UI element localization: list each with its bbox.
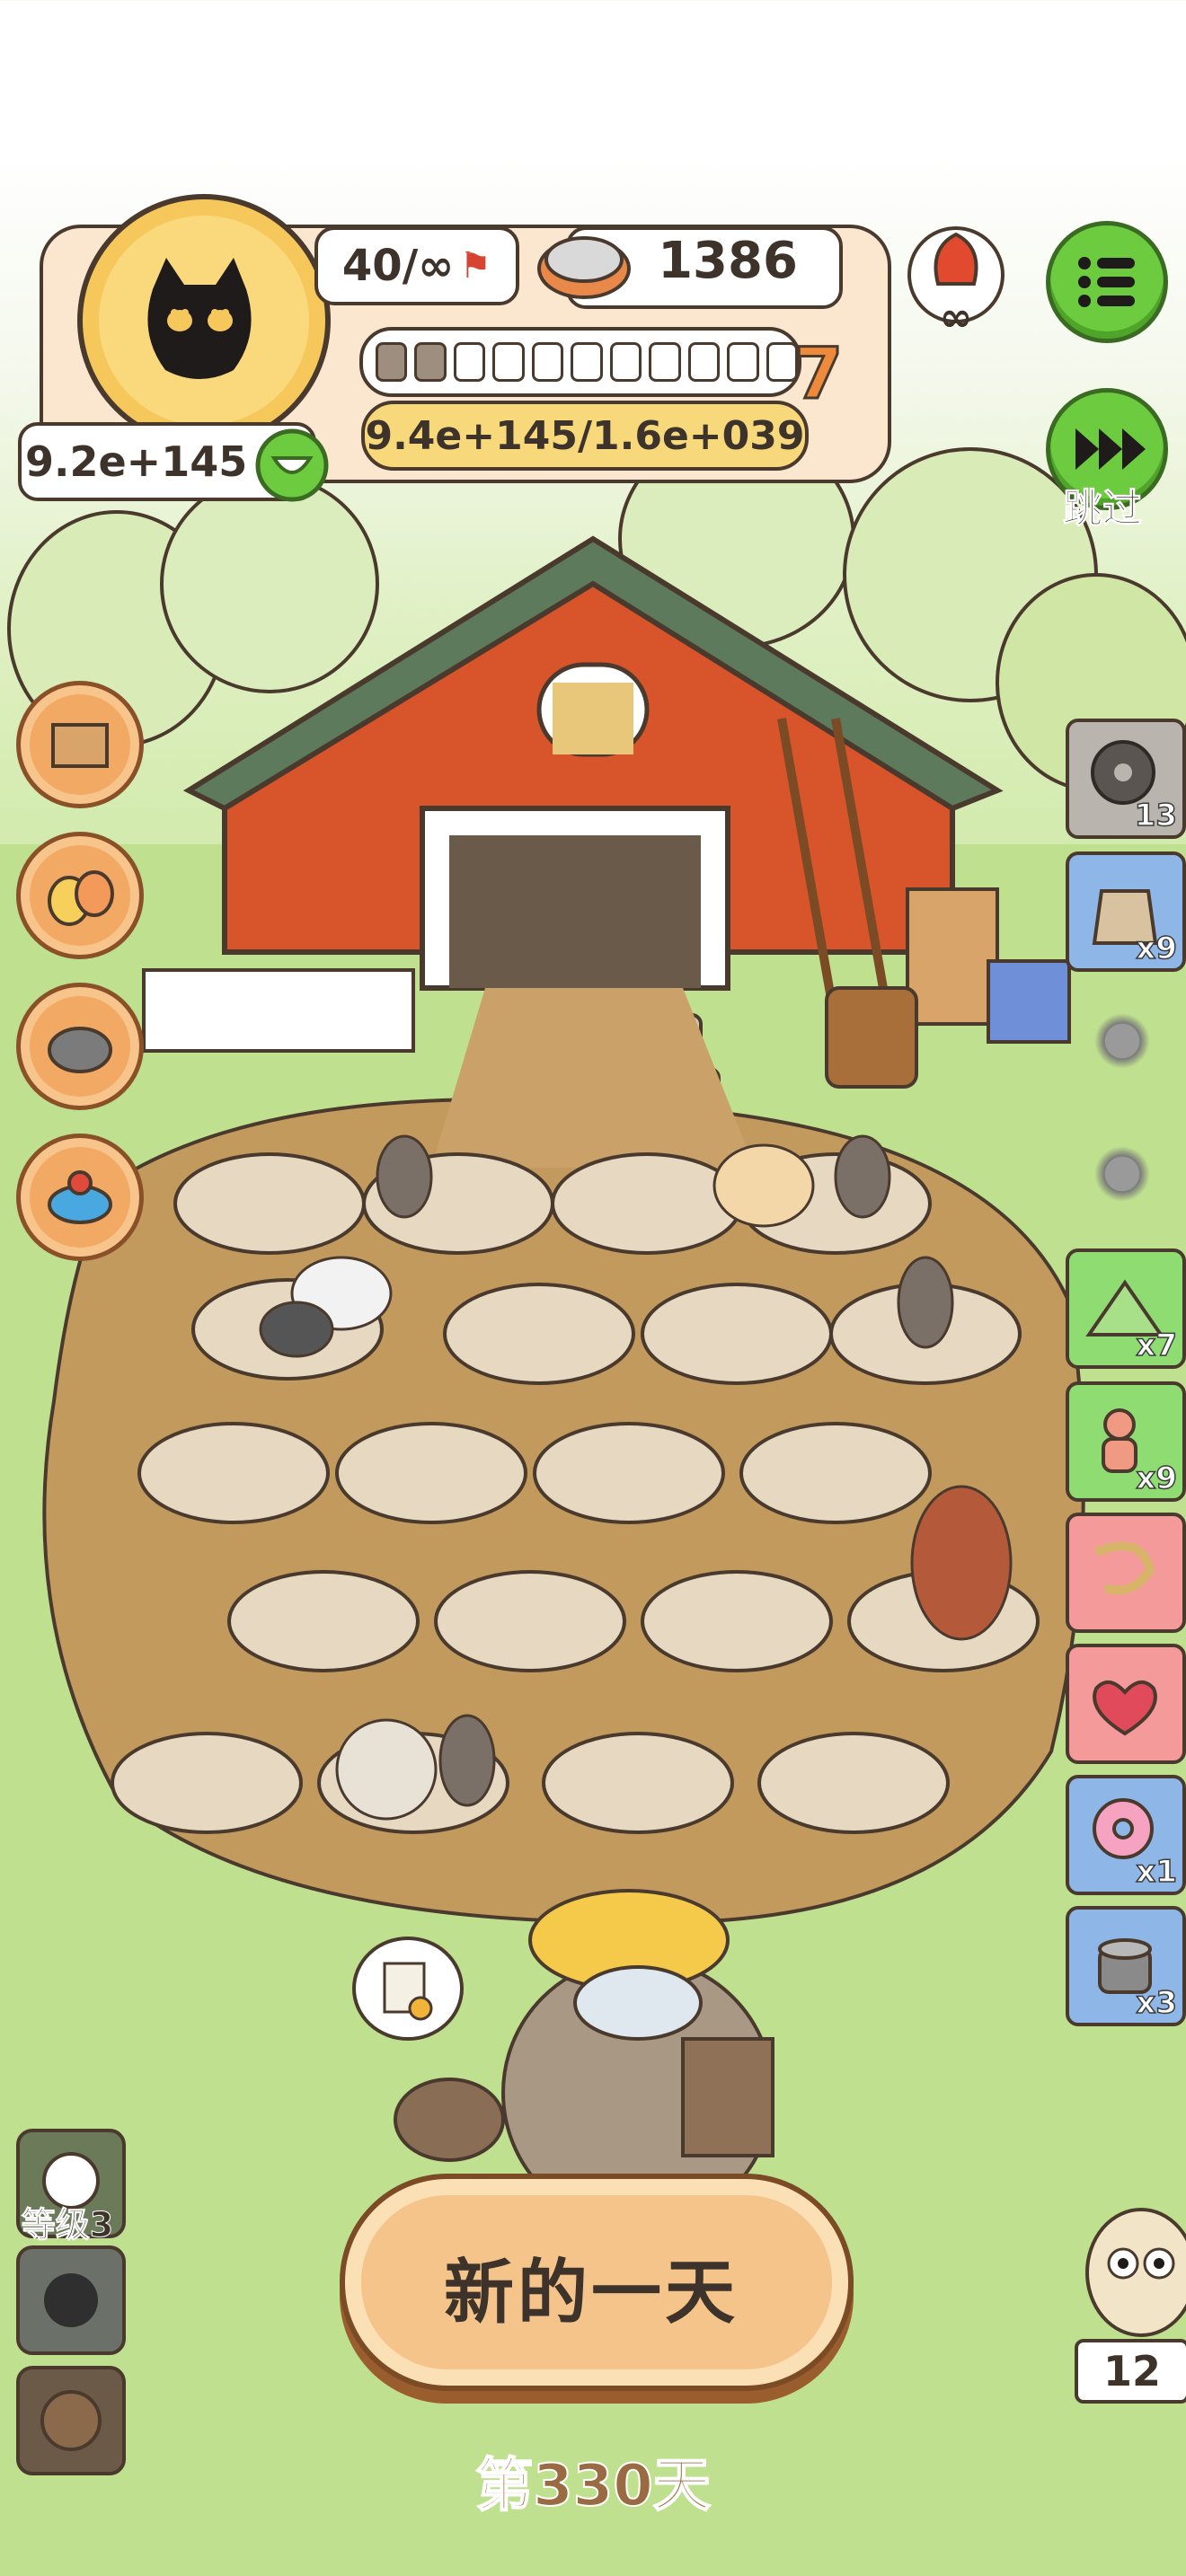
item-count: 13	[1134, 797, 1178, 834]
item-count: x1	[1136, 1853, 1178, 1891]
stage-number: 7	[793, 333, 845, 417]
stage-segment	[649, 342, 681, 382]
rabbit-animal	[897, 1256, 954, 1349]
mound[interactable]	[227, 1570, 420, 1672]
flag-icon: ⚑	[459, 245, 492, 287]
level-indicator: 40/∞ ⚑	[314, 226, 519, 305]
coin-value: 1386	[658, 232, 798, 290]
eggs-button[interactable]	[16, 832, 144, 959]
blob-icon	[44, 2273, 98, 2327]
mouse-animal	[259, 1301, 334, 1358]
hamster-animal	[712, 1143, 815, 1228]
new-day-label: 新的一天	[443, 2253, 739, 2333]
toy-button[interactable]	[16, 1134, 144, 1261]
cookie-icon	[40, 2390, 102, 2451]
rope-tool-icon	[1094, 1541, 1155, 1595]
mound[interactable]	[542, 1732, 734, 1834]
item-tile[interactable]: x9	[1066, 1381, 1186, 1502]
stage-segment	[531, 342, 564, 382]
stage-segment	[492, 342, 525, 382]
mound[interactable]	[551, 1152, 743, 1255]
pot-button[interactable]	[16, 983, 144, 1110]
item-tile[interactable]: x3	[1066, 1906, 1186, 2026]
mound[interactable]	[641, 1283, 833, 1385]
skip-label: 跳过	[1063, 486, 1143, 533]
owl-count: 12	[1075, 2339, 1186, 2404]
stage-progress-bar	[359, 327, 801, 397]
mound[interactable]	[111, 1732, 303, 1834]
dinosaur-animal	[910, 1485, 1013, 1641]
food-can-icon	[537, 236, 631, 299]
heart-animal-icon	[1093, 1681, 1157, 1736]
rabbit-animal	[376, 1134, 433, 1219]
box-button[interactable]	[16, 681, 144, 808]
item-tile[interactable]	[1066, 1644, 1186, 1764]
item-count: x9	[1136, 930, 1178, 967]
stage-segment	[453, 342, 486, 382]
gear-icon	[1091, 1010, 1154, 1072]
certificate-bubble[interactable]	[352, 1936, 464, 2041]
level-label: 等级3	[21, 2205, 114, 2245]
mound[interactable]	[434, 1570, 626, 1672]
item-tile[interactable]: 13	[1066, 719, 1186, 839]
mound[interactable]	[757, 1732, 950, 1834]
item-tile[interactable]: x7	[1066, 1248, 1186, 1369]
mound[interactable]	[533, 1422, 725, 1524]
rabbit-animal	[834, 1134, 891, 1219]
eggs-icon	[48, 870, 114, 926]
stage-segment	[609, 342, 642, 382]
black-cat-icon	[147, 258, 252, 379]
stage-segment	[571, 342, 603, 382]
heart-icon[interactable]	[252, 428, 332, 503]
spinning-top-icon	[48, 1170, 112, 1224]
item-count: x3	[1136, 1984, 1178, 2022]
gear-icon	[1091, 1142, 1154, 1205]
hedgehog-animal	[335, 1718, 438, 1821]
mound[interactable]	[443, 1283, 635, 1385]
item-tile[interactable]: x9	[1066, 851, 1186, 972]
item-tile[interactable]: x1	[1066, 1775, 1186, 1895]
stage-segment	[376, 342, 408, 382]
stage-segment	[727, 342, 759, 382]
mound[interactable]	[335, 1422, 527, 1524]
cookie-button[interactable]	[16, 2366, 126, 2475]
item-count: x7	[1136, 1327, 1178, 1364]
flame-badge-icon[interactable]: ∞	[902, 221, 1010, 338]
menu-button[interactable]	[1046, 221, 1168, 343]
level-value: 40/∞	[341, 241, 455, 291]
blob-button[interactable]	[16, 2245, 126, 2355]
day-counter: 第330天	[474, 2452, 712, 2520]
pot-icon	[48, 1027, 112, 1073]
box-icon	[51, 723, 109, 768]
stage-segment	[766, 342, 798, 382]
stage-segment	[687, 342, 721, 382]
list-icon	[1078, 257, 1135, 307]
mound[interactable]	[641, 1570, 833, 1672]
svg-text:∞: ∞	[940, 295, 973, 338]
item-count: x9	[1136, 1460, 1178, 1497]
mound[interactable]	[137, 1422, 330, 1524]
stage-segment	[414, 342, 447, 382]
progress-value: 9.4e+145/1.6e+039	[361, 401, 809, 471]
mound[interactable]	[739, 1422, 932, 1524]
mound[interactable]	[173, 1152, 366, 1255]
item-tile[interactable]	[1066, 1513, 1186, 1633]
rabbit-animal	[438, 1714, 496, 1807]
